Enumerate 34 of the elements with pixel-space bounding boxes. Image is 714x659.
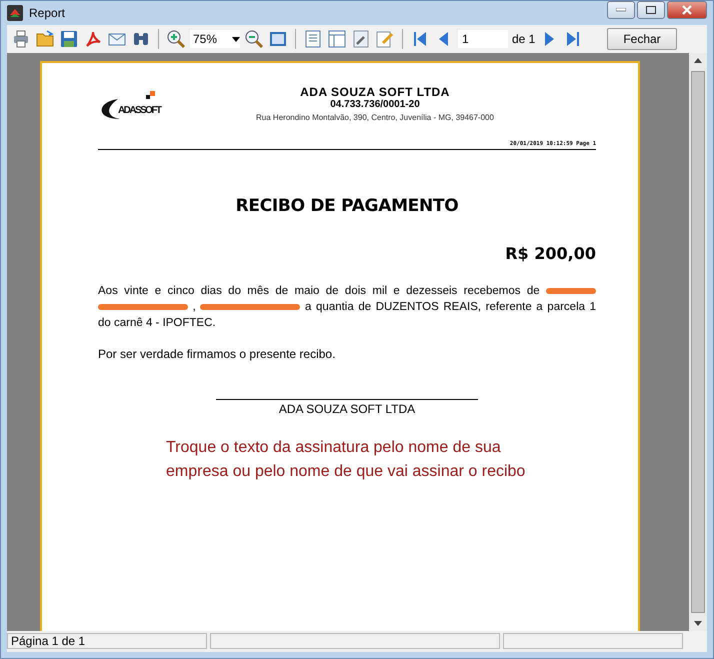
signature-name: ADA SOUZA SOFT LTDA: [278, 402, 416, 416]
zoom-dropdown[interactable]: 75%: [190, 30, 240, 48]
maximize-button[interactable]: [637, 1, 665, 19]
window-title: Report: [29, 6, 66, 20]
company-id: 04.733.736/0001-20: [330, 99, 420, 110]
receipt-title: RECIBO DE PAGAMENTO: [236, 196, 458, 216]
vertical-scrollbar[interactable]: [689, 53, 707, 631]
receipt-paragraph: Aos vinte e cinco dias do mês de maio de dois mil e dezesseis recebemos de , a quantia de DUZENTOS REAIS, referente a parcela 1 do carnê 4 - IPOFTEC.: [98, 284, 596, 331]
closing-sentence: Por ser verdade firmamos o presente recibo.: [98, 347, 336, 361]
close-button[interactable]: [667, 1, 707, 19]
close-report-button[interactable]: Fechar: [607, 28, 677, 50]
zoom-out-icon[interactable]: [244, 29, 264, 49]
print-icon[interactable]: [11, 29, 31, 49]
page-number-field[interactable]: 1: [458, 30, 508, 48]
company-name: ADA SOUZA SOFT LTDA: [300, 85, 450, 99]
zoom-in-icon[interactable]: [166, 29, 186, 49]
company-logo: ADASSOFT: [98, 91, 164, 127]
minimize-icon: [616, 8, 626, 12]
close-icon: [682, 5, 692, 15]
status-panel: Página 1 de 1: [7, 633, 207, 649]
page-total: de 1: [512, 32, 536, 46]
page-view-icon[interactable]: [268, 29, 288, 49]
receipt-amount: R$ 200,00: [505, 244, 596, 263]
folder-icon[interactable]: [35, 29, 55, 49]
document-icon[interactable]: [303, 29, 323, 49]
caret-icon: [232, 36, 240, 42]
save-icon[interactable]: [59, 29, 79, 49]
instruction-note: Troque o texto da assinatura pelo nome de sua empresa ou pelo nome de que vai assinar o recibo: [166, 438, 526, 482]
maximize-icon: [646, 6, 656, 14]
minimize-button[interactable]: [607, 1, 635, 19]
company-address: Rua Herondino Montalvão, 390, Centro, Juvenília - MG, 39467-000: [256, 113, 494, 122]
layout-icon[interactable]: [327, 29, 347, 49]
app-icon: [7, 5, 23, 21]
edit-icon[interactable]: [375, 29, 395, 49]
